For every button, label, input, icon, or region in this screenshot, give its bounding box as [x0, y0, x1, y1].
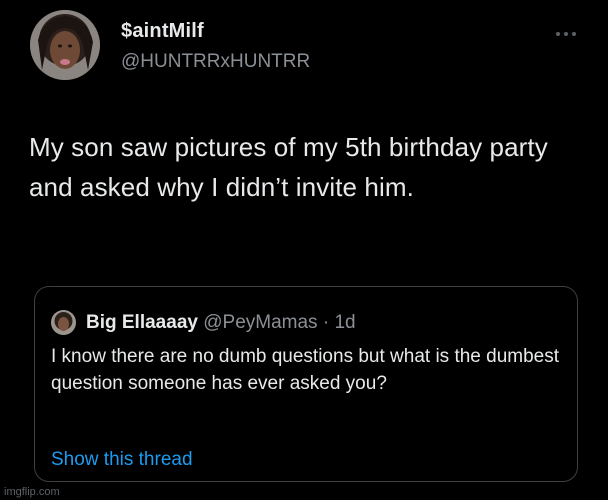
quoted-author-header: Big Ellaaaay @PeyMamas · 1d	[86, 311, 356, 335]
show-thread-link[interactable]: Show this thread	[51, 448, 193, 472]
avatar-photo-icon	[30, 10, 100, 80]
author-avatar[interactable]	[30, 10, 100, 80]
author-header: $aintMilf @HUNTRRxHUNTRR	[121, 19, 310, 74]
quoted-author-avatar[interactable]	[51, 310, 76, 335]
more-horizontal-icon[interactable]	[554, 28, 578, 40]
quoted-author-handle[interactable]: @PeyMamas	[203, 312, 323, 333]
author-display-name[interactable]: $aintMilf	[121, 19, 310, 43]
meta-separator: ·	[322, 312, 335, 333]
author-handle[interactable]: @HUNTRRxHUNTRR	[121, 50, 310, 74]
tweet-card: $aintMilf @HUNTRRxHUNTRR My son saw pict…	[0, 0, 608, 500]
imgflip-watermark: imgflip.com	[4, 486, 60, 498]
quoted-avatar-photo-icon	[51, 310, 76, 335]
quoted-tweet-text: I know there are no dumb questions but w…	[51, 346, 560, 394]
quoted-author-display-name[interactable]: Big Ellaaaay	[86, 312, 198, 333]
quoted-tweet-timestamp[interactable]: 1d	[334, 312, 355, 333]
tweet-text: My son saw pictures of my 5th birthday p…	[29, 132, 556, 202]
quoted-tweet[interactable]: Big Ellaaaay @PeyMamas · 1d I know there…	[34, 286, 578, 482]
